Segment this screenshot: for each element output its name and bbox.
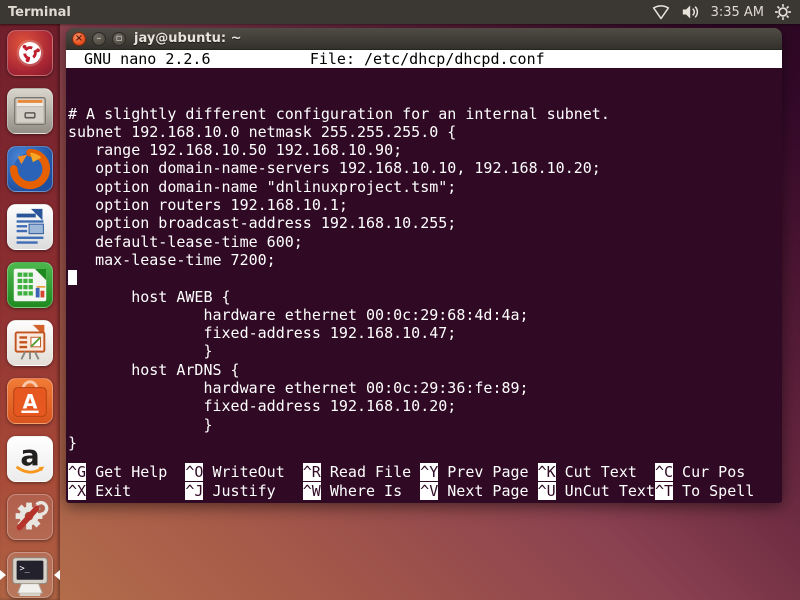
top-panel: Terminal 3:35 AM (0, 0, 800, 24)
nano-shortcut-bar: ^G Get Help^O WriteOut^R Read File^Y Pre… (68, 463, 782, 500)
editor-line: subnet 192.168.10.0 netmask 255.255.255.… (68, 123, 782, 141)
terminal-icon-prompt: >_ (19, 564, 30, 574)
session-gear-icon[interactable] (774, 3, 792, 21)
launcher-item-firefox[interactable] (7, 146, 53, 192)
editor-line: hardware ethernet 00:0c:29:68:4d:4a; (68, 306, 782, 324)
editor-line: default-lease-time 600; (68, 233, 782, 251)
editor-line: hardware ethernet 00:0c:29:36:fe:89; (68, 379, 782, 397)
nano-shortcut: ^C Cur Pos (655, 463, 772, 481)
focused-app-arrow (54, 570, 60, 580)
nano-shortcut: ^W Where Is (303, 482, 420, 500)
nano-shortcut: ^K Cut Text (538, 463, 655, 481)
editor-line: host AWEB { (68, 288, 782, 306)
editor-lines[interactable]: # A slightly different configuration for… (66, 68, 782, 452)
system-tray: 3:35 AM (651, 3, 792, 21)
nano-shortcut: ^G Get Help (68, 463, 185, 481)
close-button[interactable]: × (72, 32, 86, 46)
editor-line: range 192.168.10.50 192.168.10.90; (68, 141, 782, 159)
launcher-item-impress[interactable] (7, 320, 53, 366)
nano-header: GNU nano 2.2.6 File: /etc/dhcp/dhcpd.con… (66, 50, 782, 68)
terminal-window: × – ▫ jay@ubuntu: ~ GNU nano 2.2.6 File:… (66, 28, 782, 503)
editor-line: option broadcast-address 192.168.10.255; (68, 214, 782, 232)
window-title: jay@ubuntu: ~ (134, 31, 241, 46)
editor-line: max-lease-time 7200; (68, 251, 782, 269)
editor-line (68, 68, 782, 86)
nano-shortcut: ^J Justify (185, 482, 302, 500)
editor-line: } (68, 342, 782, 360)
minimize-button[interactable]: – (92, 32, 106, 46)
launcher-item-amazon[interactable]: a (7, 436, 53, 482)
editor-line: fixed-address 192.168.10.20; (68, 397, 782, 415)
nano-shortcut: ^V Next Page (420, 482, 537, 500)
nano-shortcut: ^O WriteOut (185, 463, 302, 481)
window-titlebar[interactable]: × – ▫ jay@ubuntu: ~ (66, 28, 782, 50)
nano-shortcut: ^X Exit (68, 482, 185, 500)
editor-line (68, 269, 782, 287)
amazon-letter: a (20, 439, 39, 473)
nano-shortcut: ^T To Spell (655, 482, 772, 500)
editor-line: } (68, 416, 782, 434)
running-app-arrow (0, 570, 6, 580)
editor-line: option routers 192.168.10.1; (68, 196, 782, 214)
clock[interactable]: 3:35 AM (711, 5, 764, 20)
nano-shortcut: ^Y Prev Page (420, 463, 537, 481)
launcher-item-files[interactable] (7, 88, 53, 134)
unity-launcher: A a >_ (0, 24, 60, 600)
active-app-name: Terminal (8, 5, 71, 20)
editor-line: # A slightly different configuration for… (68, 105, 782, 123)
terminal-content[interactable]: GNU nano 2.2.6 File: /etc/dhcp/dhcpd.con… (66, 50, 782, 503)
editor-line: option domain-name-servers 192.168.10.10… (68, 159, 782, 177)
maximize-button[interactable]: ▫ (112, 32, 126, 46)
network-icon[interactable] (651, 3, 671, 21)
launcher-item-settings[interactable] (7, 494, 53, 540)
launcher-item-writer[interactable] (7, 204, 53, 250)
launcher-item-software-center[interactable]: A (7, 378, 53, 424)
launcher-item-dash[interactable] (7, 30, 53, 76)
editor-line: host ArDNS { (68, 361, 782, 379)
nano-shortcut: ^R Read File (303, 463, 420, 481)
editor-line: } (68, 434, 782, 452)
launcher-item-terminal[interactable]: >_ (7, 552, 53, 598)
text-cursor (68, 270, 77, 285)
launcher-item-calc[interactable] (7, 262, 53, 308)
volume-icon[interactable] (681, 3, 701, 21)
software-center-letter: A (23, 391, 38, 414)
nano-shortcut: ^U UnCut Text (538, 482, 655, 500)
editor-line: fixed-address 192.168.10.47; (68, 324, 782, 342)
editor-line: option domain-name "dnlinuxproject.tsm"; (68, 178, 782, 196)
editor-line (68, 86, 782, 104)
